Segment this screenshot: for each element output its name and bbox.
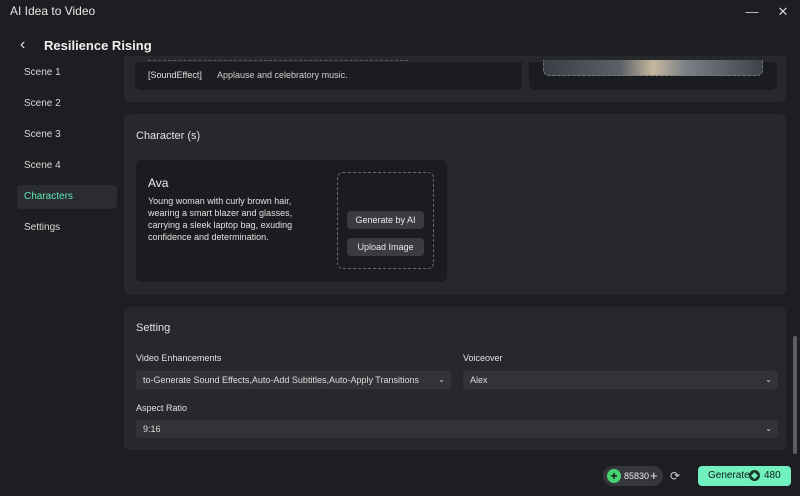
generate-cost: 480 bbox=[764, 470, 781, 481]
generate-label: Generate bbox=[708, 470, 750, 481]
app-title: AI Idea to Video bbox=[10, 4, 96, 18]
chevron-down-icon: ⌄ bbox=[436, 371, 445, 389]
credits-badge[interactable]: + 85830 + bbox=[603, 466, 663, 486]
voiceover-label: Voiceover bbox=[463, 353, 503, 363]
aspect-ratio-label: Aspect Ratio bbox=[136, 403, 188, 413]
scene-script-card: [SoundEffect] Applause and celebratory m… bbox=[135, 60, 522, 90]
voiceover-select[interactable]: Alex ⌄ bbox=[463, 371, 778, 389]
scene-thumbnail-image[interactable] bbox=[543, 60, 763, 76]
sidebar-item-scene-3[interactable]: Scene 3 bbox=[17, 123, 117, 147]
generate-button[interactable]: Generate ◆ 480 bbox=[698, 466, 791, 486]
chevron-down-icon: ⌄ bbox=[765, 424, 772, 433]
chevron-left-icon[interactable]: ‹ bbox=[20, 36, 34, 54]
video-enhancements-select[interactable]: to-Generate Sound Effects,Auto-Add Subti… bbox=[136, 371, 451, 389]
clipped-text-line bbox=[148, 60, 408, 64]
credit-icon: ◆ bbox=[749, 470, 760, 481]
character-image-dropzone[interactable]: Generate by AI Upload Image bbox=[337, 172, 434, 269]
sidebar-item-characters[interactable]: Characters bbox=[17, 185, 117, 209]
refresh-icon[interactable]: ⟳ bbox=[668, 468, 682, 484]
sidebar-item-scene-1[interactable]: Scene 1 bbox=[17, 61, 117, 85]
voiceover-value: Alex bbox=[470, 375, 488, 385]
minimize-icon[interactable]: — bbox=[743, 3, 761, 21]
chevron-down-icon: ⌄ bbox=[765, 375, 772, 384]
generate-by-ai-button[interactable]: Generate by AI bbox=[347, 211, 424, 229]
characters-section-title: Character (s) bbox=[136, 130, 201, 142]
credits-amount: 85830 bbox=[624, 471, 650, 481]
sound-effect-label: [SoundEffect] bbox=[148, 70, 202, 80]
title-bar: AI Idea to Video — ✕ bbox=[0, 0, 800, 24]
setting-section-title: Setting bbox=[136, 322, 171, 334]
scrollbar-thumb[interactable] bbox=[793, 336, 797, 454]
aspect-ratio-select[interactable]: 9:16 ⌄ bbox=[136, 420, 778, 438]
sidebar-item-settings[interactable]: Settings bbox=[17, 216, 117, 240]
sidebar-item-scene-2[interactable]: Scene 2 bbox=[17, 92, 117, 116]
scene-thumbnail-card bbox=[529, 60, 777, 90]
aspect-ratio-value: 9:16 bbox=[143, 424, 161, 434]
character-card: Ava Young woman with curly brown hair, w… bbox=[136, 160, 447, 282]
close-icon[interactable]: ✕ bbox=[774, 3, 792, 21]
character-name: Ava bbox=[148, 176, 169, 190]
add-credits-icon[interactable]: + bbox=[650, 468, 658, 483]
video-enhancements-value: to-Generate Sound Effects,Auto-Add Subti… bbox=[143, 375, 419, 385]
sidebar-item-scene-4[interactable]: Scene 4 bbox=[17, 154, 117, 178]
sidebar: Scene 1 Scene 2 Scene 3 Scene 4 Characte… bbox=[17, 61, 117, 247]
sound-effect-text: Applause and celebratory music. bbox=[217, 70, 348, 80]
character-description: Young woman with curly brown hair, weari… bbox=[148, 196, 293, 242]
upload-image-button[interactable]: Upload Image bbox=[347, 238, 424, 256]
video-enhancements-label: Video Enhancements bbox=[136, 353, 222, 363]
page-title: Resilience Rising bbox=[44, 38, 152, 53]
credit-coin-icon: + bbox=[607, 469, 621, 483]
